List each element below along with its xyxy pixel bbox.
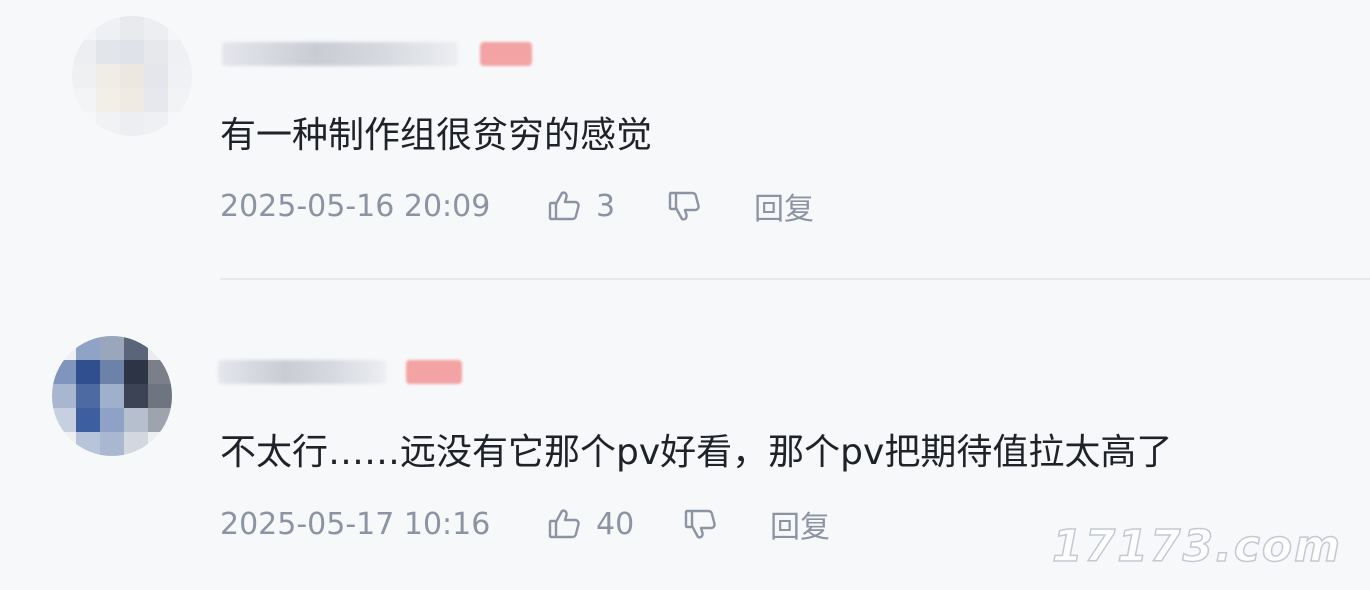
user-level-badge bbox=[480, 42, 532, 66]
username-blurred[interactable] bbox=[222, 40, 532, 68]
comment-text: 有一种制作组很贫穷的感觉 bbox=[220, 115, 653, 156]
site-watermark: 17173.com bbox=[1051, 520, 1342, 573]
user-level-badge bbox=[406, 360, 462, 384]
comment-time: 2025-05-16 20:09 bbox=[220, 188, 491, 224]
comment-meta: 2025-05-17 10:16 40 回复 bbox=[220, 502, 830, 546]
like-count: 3 bbox=[596, 188, 616, 224]
dislike-button[interactable] bbox=[682, 506, 770, 542]
username-blurred[interactable] bbox=[218, 358, 462, 386]
comment-list: 有一种制作组很贫穷的感觉 2025-05-16 20:09 3 回复 不太行……… bbox=[0, 0, 1370, 590]
reply-button[interactable]: 回复 bbox=[754, 184, 814, 228]
comment-meta: 2025-05-16 20:09 3 回复 bbox=[220, 184, 814, 228]
reply-button[interactable]: 回复 bbox=[770, 502, 830, 546]
comment-text: 不太行……远没有它那个pv好看，那个pv把期待值拉太高了 bbox=[220, 432, 1173, 473]
avatar[interactable] bbox=[72, 16, 192, 136]
username-mosaic bbox=[222, 42, 458, 66]
comment-time: 2025-05-17 10:16 bbox=[220, 506, 491, 542]
like-button[interactable]: 40 bbox=[546, 506, 682, 542]
thumbs-up-icon bbox=[548, 191, 580, 221]
thumbs-down-icon bbox=[684, 509, 716, 539]
like-count: 40 bbox=[596, 506, 635, 542]
thumbs-down-icon bbox=[668, 191, 700, 221]
avatar[interactable] bbox=[52, 336, 172, 456]
dislike-button[interactable] bbox=[666, 188, 754, 224]
comment-divider bbox=[220, 278, 1370, 280]
username-mosaic bbox=[218, 360, 386, 384]
comment-item: 有一种制作组很贫穷的感觉 2025-05-16 20:09 3 回复 bbox=[0, 0, 1370, 270]
like-button[interactable]: 3 bbox=[546, 188, 666, 224]
thumbs-up-icon bbox=[548, 509, 580, 539]
